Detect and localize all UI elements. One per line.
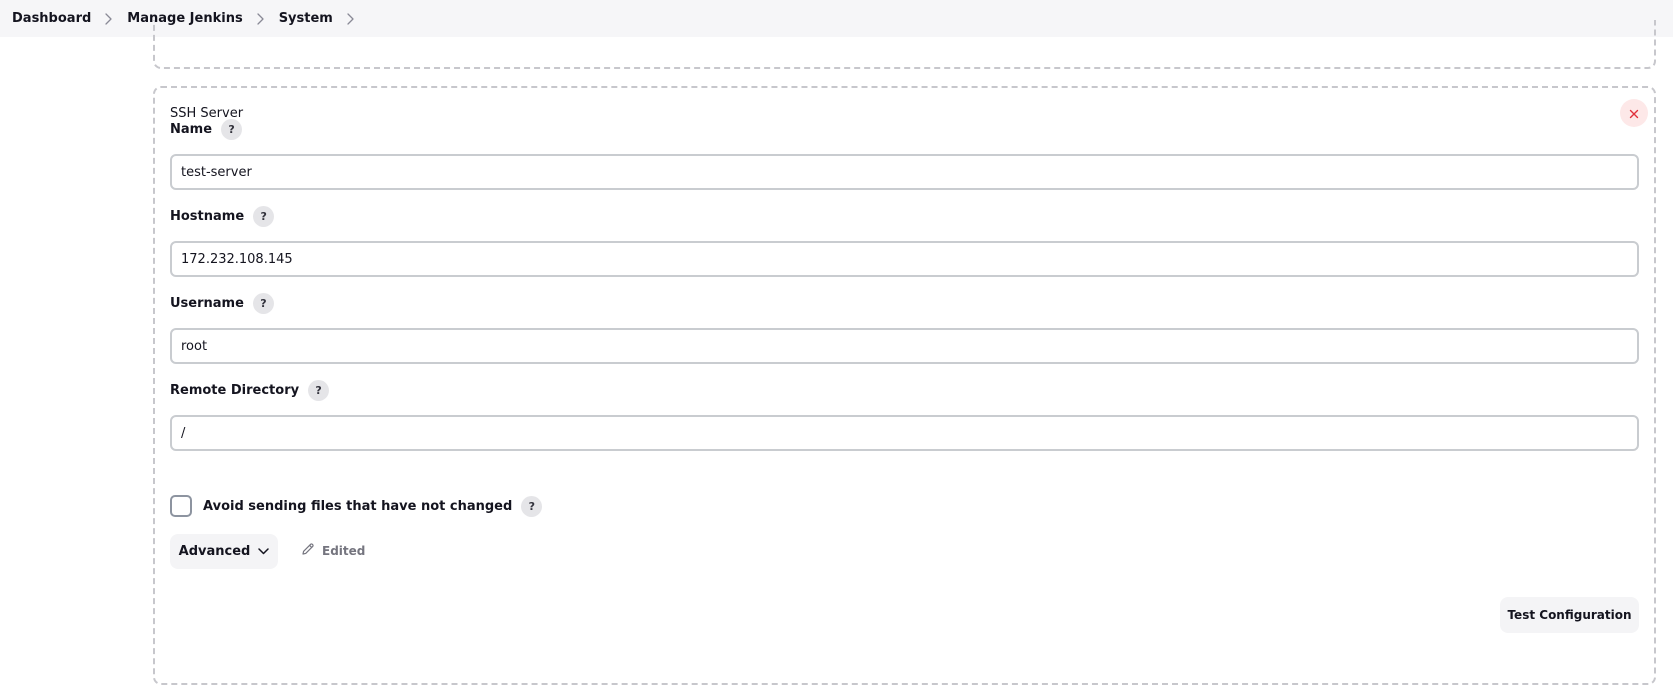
advanced-button[interactable]: Advanced bbox=[170, 534, 278, 569]
help-icon[interactable]: ? bbox=[252, 293, 274, 314]
test-configuration-button[interactable]: Test Configuration bbox=[1500, 597, 1639, 633]
avoid-sending-row: Avoid sending files that have not change… bbox=[170, 495, 543, 517]
help-icon[interactable]: ? bbox=[253, 206, 275, 227]
remote-directory-label-text: Remote Directory bbox=[170, 383, 300, 398]
username-input[interactable] bbox=[170, 328, 1639, 364]
hostname-label-text: Hostname bbox=[170, 209, 245, 224]
avoid-sending-checkbox[interactable] bbox=[170, 495, 192, 517]
help-icon[interactable]: ? bbox=[308, 380, 330, 401]
edited-label: Edited bbox=[322, 543, 366, 558]
username-label-text: Username bbox=[170, 296, 244, 311]
close-icon bbox=[1629, 104, 1639, 123]
name-input[interactable] bbox=[170, 154, 1639, 190]
name-label: Name ? bbox=[170, 119, 243, 140]
name-label-text: Name bbox=[170, 122, 213, 137]
hostname-input[interactable] bbox=[170, 241, 1639, 277]
hostname-label: Hostname ? bbox=[170, 206, 275, 227]
avoid-sending-label[interactable]: Avoid sending files that have not change… bbox=[203, 499, 512, 514]
help-icon[interactable]: ? bbox=[521, 495, 543, 517]
ssh-server-card: SSH Server Name ? Hostname ? Username ? … bbox=[153, 86, 1656, 685]
breadcrumb-label[interactable]: Dashboard bbox=[12, 11, 91, 26]
pencil-icon bbox=[301, 542, 315, 559]
chevron-right-icon[interactable] bbox=[104, 12, 112, 25]
previous-repeatable-card bbox=[153, 20, 1656, 69]
username-label: Username ? bbox=[170, 293, 274, 314]
remote-directory-input[interactable] bbox=[170, 415, 1639, 451]
advanced-label: Advanced bbox=[178, 544, 251, 559]
help-icon[interactable]: ? bbox=[221, 119, 243, 140]
breadcrumb-item-dashboard[interactable]: Dashboard bbox=[12, 11, 127, 26]
delete-server-button[interactable] bbox=[1620, 99, 1648, 127]
edited-indicator: Edited bbox=[301, 542, 365, 559]
remote-directory-label: Remote Directory ? bbox=[170, 380, 330, 401]
chevron-down-icon bbox=[258, 544, 270, 559]
